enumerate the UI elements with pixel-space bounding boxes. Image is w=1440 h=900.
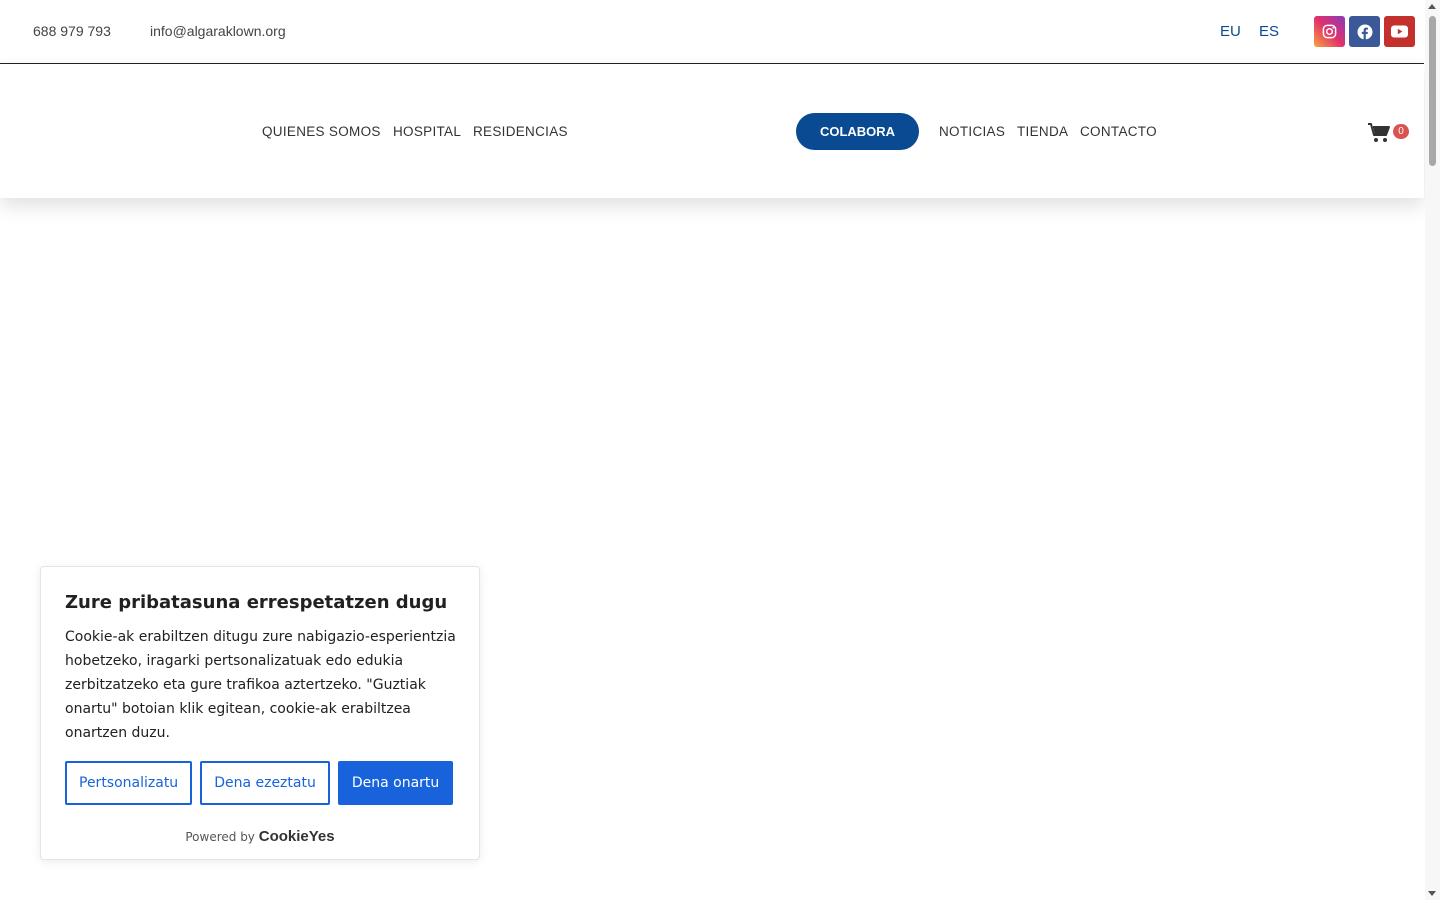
nav-noticias[interactable]: NOTICIAS — [939, 124, 1005, 139]
instagram-button[interactable] — [1314, 16, 1345, 47]
page-scrollbar[interactable] — [1425, 0, 1440, 900]
youtube-icon — [1391, 25, 1408, 38]
language-eu-link[interactable]: EU — [1220, 23, 1241, 40]
customize-button[interactable]: Pertsonalizatu — [65, 761, 193, 805]
cookie-button-row: Pertsonalizatu Dena ezeztatu Dena onartu — [65, 761, 455, 805]
nav-residencias[interactable]: RESIDENCIAS — [473, 124, 568, 139]
colabora-button[interactable]: COLABORA — [796, 113, 919, 150]
reject-all-button[interactable]: Dena ezeztatu — [200, 761, 330, 805]
language-es-link[interactable]: ES — [1259, 23, 1279, 40]
facebook-icon — [1357, 24, 1372, 39]
accept-all-button[interactable]: Dena onartu — [337, 761, 454, 805]
instagram-icon — [1322, 24, 1337, 39]
scroll-down-arrow[interactable] — [1428, 891, 1436, 896]
nav-quienes-somos[interactable]: QUIENES SOMOS — [262, 124, 381, 139]
main-navigation: QUIENES SOMOS HOSPITAL RESIDENCIAS COLAB… — [0, 64, 1424, 198]
top-bar: 688 979 793 info@algaraklown.org EU ES — [0, 0, 1424, 64]
nav-tienda[interactable]: TIENDA — [1017, 124, 1068, 139]
cookie-title: Zure pribatasuna errespetatzen dugu — [65, 592, 448, 613]
cart-icon[interactable] — [1367, 122, 1391, 144]
powered-by-label: Powered by — [185, 830, 255, 844]
youtube-button[interactable] — [1384, 16, 1415, 47]
cookie-description: Cookie-ak erabiltzen ditugu zure nabigaz… — [65, 629, 456, 741]
nav-hospital[interactable]: HOSPITAL — [393, 124, 461, 139]
email-link[interactable]: info@algaraklown.org — [150, 23, 286, 39]
cookieyes-logo[interactable]: CookieYes — [259, 828, 335, 845]
powered-by-footer: Powered by CookieYes — [41, 828, 479, 845]
cart-count-badge: 0 — [1393, 124, 1409, 139]
facebook-button[interactable] — [1349, 16, 1380, 47]
phone-number[interactable]: 688 979 793 — [33, 23, 111, 39]
scroll-up-arrow[interactable] — [1428, 4, 1436, 9]
cookie-consent-banner: Zure pribatasuna errespetatzen dugu Cook… — [40, 566, 480, 860]
nav-contacto[interactable]: CONTACTO — [1080, 124, 1157, 139]
scrollbar-thumb[interactable] — [1429, 16, 1436, 166]
